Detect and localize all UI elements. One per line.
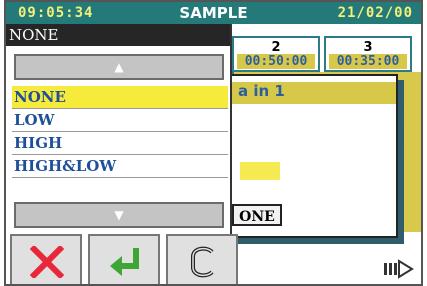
highlight-field <box>240 162 280 180</box>
background-dialog: a in 1 ONE <box>216 74 398 238</box>
arrow-down-icon: ▼ <box>114 208 124 222</box>
current-value-field: NONE <box>6 24 230 46</box>
clear-c-icon <box>191 246 214 278</box>
next-page-icon[interactable] <box>382 256 418 282</box>
column-cell-3: 3 00:35:00 <box>324 36 412 72</box>
x-icon <box>30 246 64 278</box>
option-item[interactable]: HIGH <box>12 132 228 155</box>
option-item[interactable]: LOW <box>12 109 228 132</box>
column-time: 00:50:00 <box>237 54 315 69</box>
cancel-button[interactable] <box>10 234 82 284</box>
column-cell-2: 2 00:50:00 <box>232 36 320 72</box>
arrow-up-icon: ▲ <box>114 60 124 74</box>
selection-panel: NONE ▲ NONE LOW HIGH HIGH&LOW ▼ <box>6 24 232 234</box>
column-time: 00:35:00 <box>329 54 407 69</box>
dialog-title: a in 1 <box>218 82 396 104</box>
header-bar: 09:05:34 SAMPLE 21/02/00 <box>6 2 421 24</box>
column-number: 3 <box>363 40 373 55</box>
clock-date: 21/02/00 <box>337 5 413 21</box>
none-button[interactable]: ONE <box>232 204 282 226</box>
column-number: 2 <box>271 40 281 55</box>
enter-button[interactable] <box>88 234 160 284</box>
option-item[interactable]: NONE <box>12 86 228 109</box>
scroll-down-button[interactable]: ▼ <box>14 202 224 228</box>
clear-button[interactable] <box>166 234 238 284</box>
device-screen: 09:05:34 SAMPLE 21/02/00 2 00:50:00 3 00… <box>4 0 423 286</box>
option-list: NONE LOW HIGH HIGH&LOW <box>12 86 228 178</box>
enter-arrow-icon <box>110 248 139 276</box>
scroll-up-button[interactable]: ▲ <box>14 54 224 80</box>
option-item[interactable]: HIGH&LOW <box>12 155 228 178</box>
